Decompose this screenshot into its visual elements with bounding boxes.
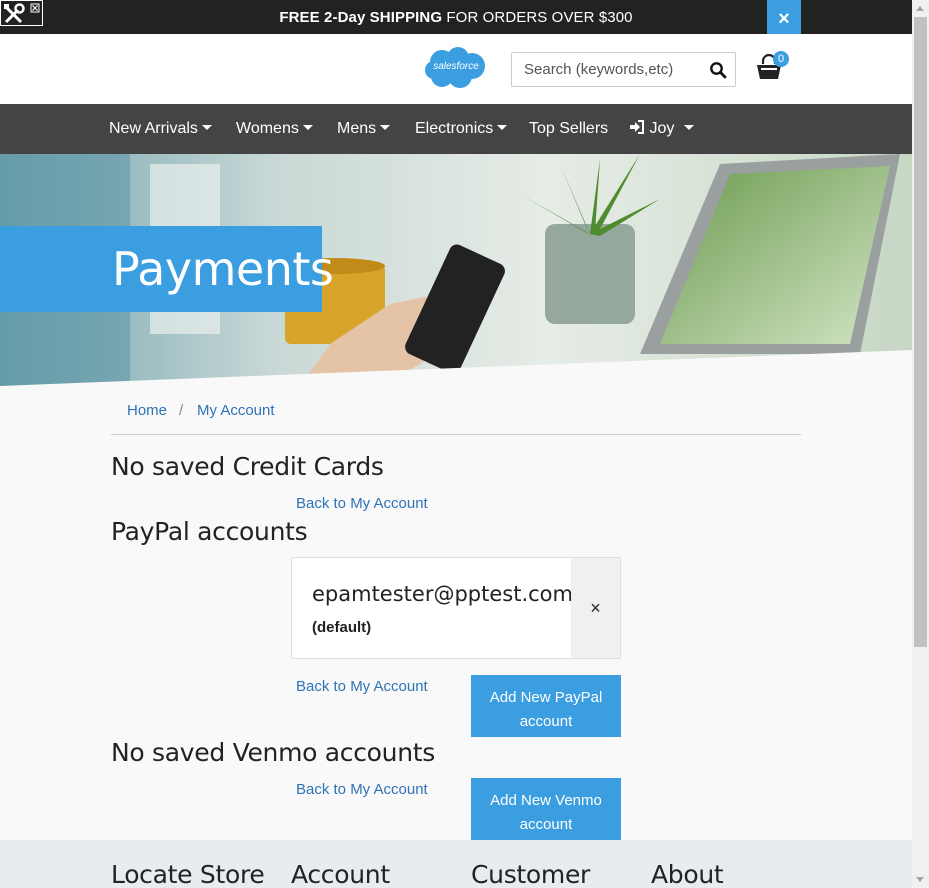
promo-bar: FREE 2-Day SHIPPING FOR ORDERS OVER $300… — [0, 0, 912, 34]
salesforce-logo[interactable]: salesforce — [424, 46, 488, 90]
vertical-scrollbar[interactable] — [912, 0, 929, 888]
scroll-up-arrow-icon[interactable] — [916, 6, 924, 11]
breadcrumb-my-account-link[interactable]: My Account — [197, 402, 275, 419]
breadcrumb: Home / My Account — [111, 400, 801, 435]
footer-heading-customer[interactable]: Customer — [471, 860, 590, 888]
remove-paypal-button[interactable]: × — [571, 558, 620, 658]
nav-item-womens[interactable]: Womens — [236, 120, 313, 138]
back-to-account-link[interactable]: Back to My Account — [296, 678, 428, 695]
paypal-heading: PayPal accounts — [111, 517, 308, 546]
nav-item-label: New Arrivals — [109, 120, 198, 137]
default-label: (default) — [312, 619, 372, 636]
paypal-account-card: epamtester@pptest.com (default) × — [291, 557, 621, 659]
paypal-email: epamtester@pptest.com — [312, 582, 573, 606]
promo-close-button[interactable]: × — [767, 0, 801, 34]
cart-count-badge: 0 — [773, 51, 789, 67]
hero-title-box: Payments — [0, 226, 334, 312]
main-nav: New Arrivals Womens Mens Electronics Top… — [0, 104, 912, 154]
site-footer: Locate Store Account Customer About — [0, 840, 912, 888]
credit-cards-heading: No saved Credit Cards — [111, 452, 384, 481]
caret-down-icon — [380, 125, 391, 130]
search-input[interactable] — [512, 53, 702, 86]
promo-bold-text: FREE 2-Day SHIPPING — [279, 9, 443, 26]
close-icon: × — [778, 8, 790, 30]
caret-down-icon — [201, 125, 212, 130]
page-title: Payments — [112, 242, 334, 296]
breadcrumb-separator: / — [179, 402, 184, 419]
back-to-account-link[interactable]: Back to My Account — [296, 781, 428, 798]
close-icon: × — [590, 598, 601, 618]
caret-down-icon — [497, 125, 508, 130]
nav-item-label: Mens — [337, 120, 377, 137]
footer-heading-locate-store[interactable]: Locate Store — [111, 860, 265, 888]
nav-item-label: Joy — [649, 120, 675, 137]
tools-icon[interactable] — [0, 0, 43, 26]
wrench-screwdriver-icon — [4, 3, 40, 24]
scroll-down-arrow-icon[interactable] — [916, 877, 924, 882]
sign-in-icon — [630, 120, 644, 134]
nav-item-mens[interactable]: Mens — [337, 120, 391, 138]
nav-item-label: Top Sellers — [529, 120, 609, 137]
footer-heading-account[interactable]: Account — [291, 860, 390, 888]
site-header: salesforce 0 — [0, 34, 912, 104]
footer-heading-about[interactable]: About — [651, 860, 724, 888]
nav-item-top-sellers[interactable]: Top Sellers — [529, 120, 608, 138]
nav-item-new-arrivals[interactable]: New Arrivals — [109, 120, 212, 138]
nav-item-label: Electronics — [415, 120, 494, 137]
scrollbar-thumb[interactable] — [914, 17, 927, 647]
caret-down-icon — [684, 125, 695, 130]
breadcrumb-home-link[interactable]: Home — [127, 402, 167, 419]
promo-rest-text: FOR ORDERS OVER $300 — [442, 9, 633, 26]
back-to-account-link[interactable]: Back to My Account — [296, 495, 428, 512]
caret-down-icon — [302, 125, 313, 130]
search-icon[interactable] — [709, 61, 727, 79]
nav-item-electronics[interactable]: Electronics — [415, 120, 508, 138]
nav-item-account-joy[interactable]: Joy — [629, 120, 695, 138]
add-venmo-button[interactable]: Add New Venmo account — [471, 778, 621, 840]
venmo-heading: No saved Venmo accounts — [111, 738, 435, 767]
hero-banner: Payments — [0, 154, 912, 386]
nav-item-label: Womens — [236, 120, 299, 137]
add-paypal-button[interactable]: Add New PayPal account — [471, 675, 621, 737]
logo-text: salesforce — [433, 61, 479, 72]
search-box — [511, 52, 736, 87]
page: FREE 2-Day SHIPPING FOR ORDERS OVER $300… — [0, 0, 912, 888]
